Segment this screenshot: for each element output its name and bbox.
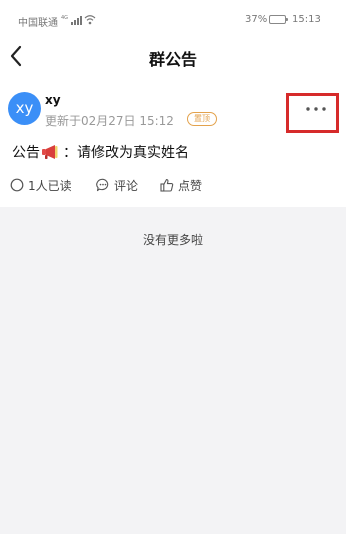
status-time: 15:13 — [292, 14, 321, 25]
comment-label: 评论 — [114, 178, 139, 193]
pinned-badge: 置顶 — [187, 112, 217, 126]
page-title: 群公告 — [148, 50, 197, 69]
announcement-content: 公告 ：请修改为真实姓名 — [12, 142, 189, 162]
wifi-icon — [84, 15, 96, 25]
announcement-prefix: 公告 — [12, 145, 40, 161]
updated-timestamp: 更新于02月27日 15:12 — [45, 114, 174, 128]
comment-icon — [96, 178, 109, 192]
battery-percentage: 37% — [245, 14, 268, 25]
comment-button[interactable]: 评论 — [96, 176, 138, 194]
read-circle-icon — [10, 178, 24, 192]
announcement-body: ：请修改为真实姓名 — [63, 145, 189, 161]
carrier-label: 中国联通 — [18, 18, 58, 29]
like-label: 点赞 — [178, 178, 203, 193]
status-bar: 中国联通 4G 37% 15:13 — [0, 0, 346, 38]
network-type-label: 4G — [61, 15, 68, 21]
like-button[interactable]: 点赞 — [160, 176, 202, 194]
thumbs-up-icon — [160, 178, 174, 192]
read-count-label: 1人已读 — [28, 178, 72, 193]
more-horizontal-icon[interactable] — [303, 104, 329, 114]
battery-icon — [269, 15, 288, 24]
read-count-button[interactable]: 1人已读 — [10, 176, 72, 194]
end-of-list-text: 没有更多啦 — [142, 233, 203, 247]
megaphone-icon — [42, 145, 58, 159]
author-name: xy — [45, 93, 61, 107]
navigation-bar: 群公告 — [0, 38, 346, 74]
cellular-signal-icon: 4G — [61, 15, 82, 25]
avatar[interactable]: xy — [8, 92, 41, 125]
